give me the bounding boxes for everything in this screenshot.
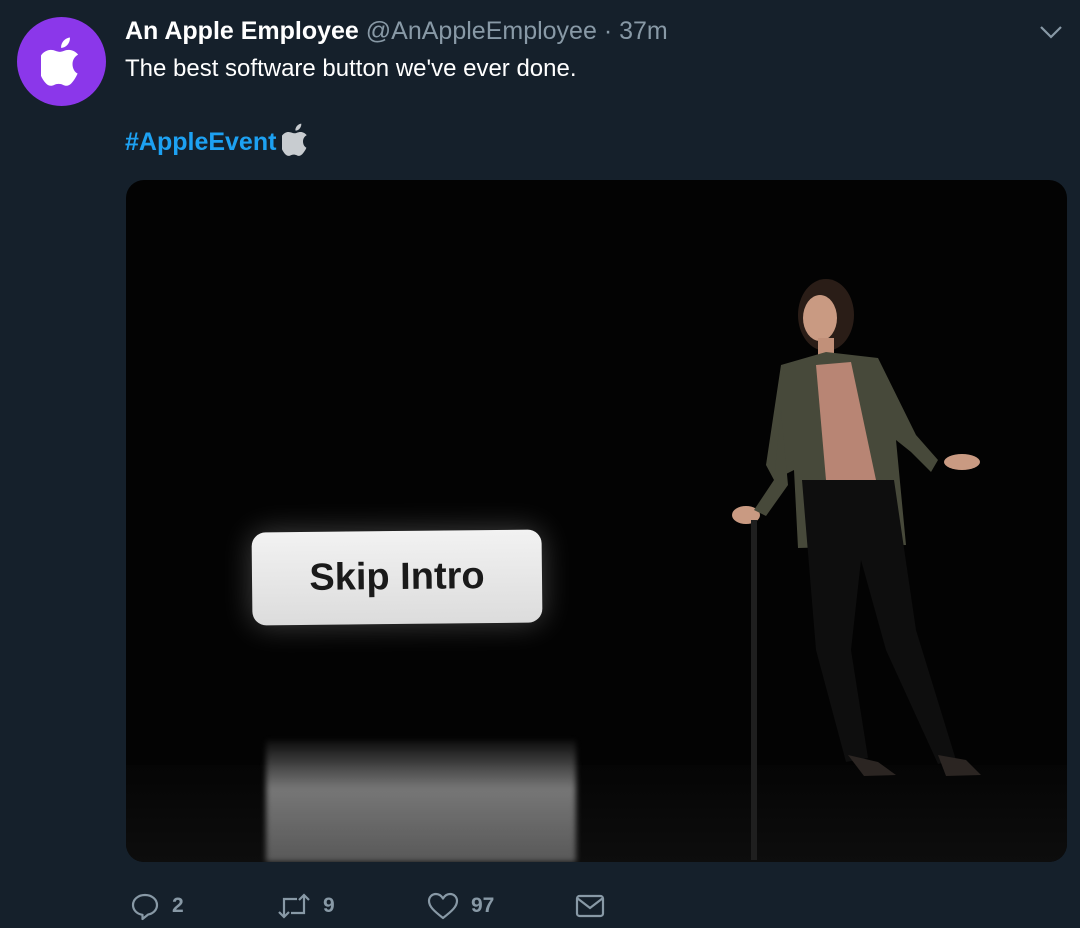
like-button[interactable]: 97 (427, 891, 575, 921)
envelope-icon (575, 894, 605, 918)
tweet-media-photo[interactable]: Skip Intro (126, 180, 1067, 862)
reply-icon (131, 893, 159, 921)
retweet-count: 9 (323, 894, 335, 917)
apple-logo-icon (40, 37, 78, 86)
separator-dot: · (603, 17, 613, 45)
display-name[interactable]: An Apple Employee (125, 17, 359, 45)
reply-button[interactable]: 2 (130, 891, 277, 921)
user-handle[interactable]: @AnAppleEmployee (366, 17, 597, 45)
tweet-header: An Apple Employee @AnAppleEmployee · 37m (125, 16, 668, 46)
like-count: 97 (471, 894, 495, 917)
tweet-actions: 2 9 97 (130, 888, 605, 924)
tweet: An Apple Employee @AnAppleEmployee · 37m… (0, 0, 1080, 928)
timestamp[interactable]: 37m (619, 17, 668, 45)
more-options-chevron-icon[interactable] (1036, 20, 1066, 44)
tweet-text: The best software button we've ever done… (125, 55, 577, 82)
reply-count: 2 (172, 894, 184, 917)
heart-icon (427, 892, 459, 920)
hashtag-link[interactable]: #AppleEvent (125, 126, 276, 158)
retweet-button[interactable]: 9 (277, 891, 427, 921)
retweet-icon (278, 893, 310, 919)
apple-logo-icon (282, 123, 308, 156)
direct-message-button[interactable] (575, 893, 605, 919)
presenter-figure (732, 279, 981, 860)
hashtag-line: #AppleEvent (125, 123, 310, 158)
avatar[interactable] (17, 17, 106, 106)
